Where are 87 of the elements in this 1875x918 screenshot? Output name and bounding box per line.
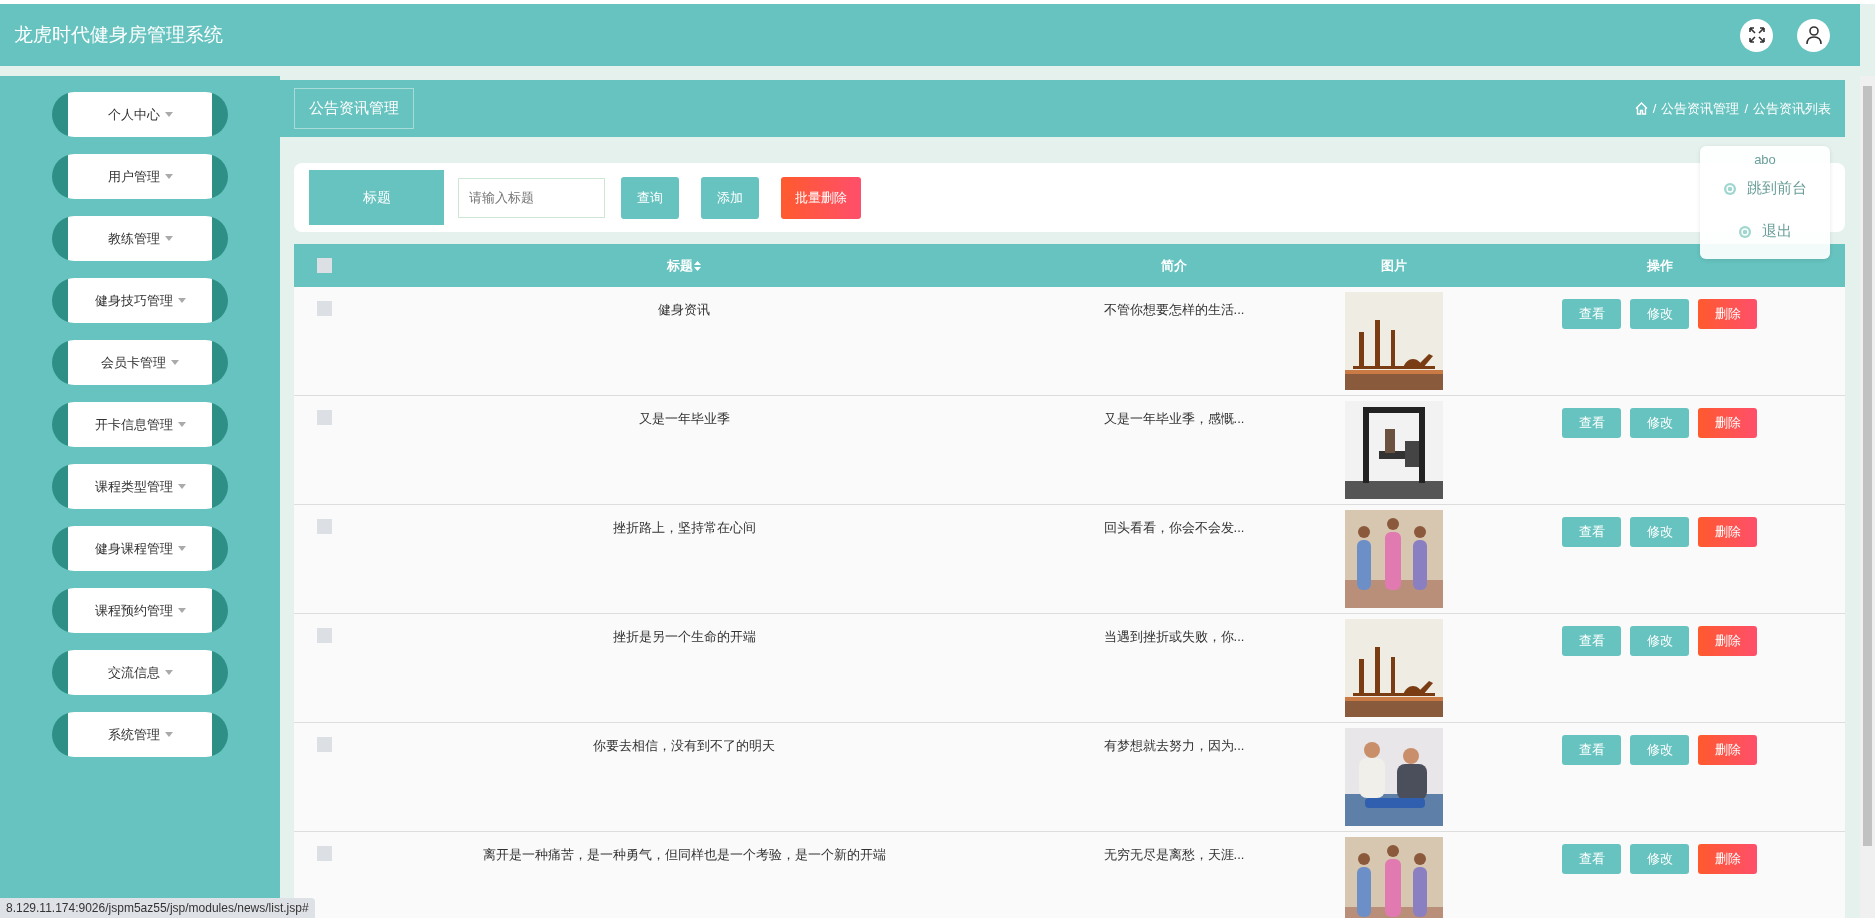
row-action-button[interactable]: 查看	[1562, 735, 1621, 765]
caret-icon	[164, 732, 173, 737]
menu-item[interactable]: 跳到前台	[1700, 167, 1830, 210]
search-label: 标题	[309, 170, 444, 225]
caret-icon	[177, 608, 186, 613]
table-cell: 不管你想要怎样的生活...	[1103, 302, 1245, 317]
expand-icon	[1747, 26, 1766, 44]
row-action-button[interactable]: 删除	[1698, 844, 1757, 874]
sidebar-item[interactable]: 健身课程管理	[52, 526, 228, 571]
table-cell: 挫折是另一个生命的开端	[612, 629, 756, 644]
sidebar-item[interactable]: 会员卡管理	[52, 340, 228, 385]
table-cell: 健身资讯	[658, 302, 710, 317]
column-header: 操作	[1646, 256, 1673, 275]
sidebar-item[interactable]: 系统管理	[52, 712, 228, 757]
sidebar-item[interactable]: 开卡信息管理	[52, 402, 228, 447]
user-name: abo	[1754, 152, 1776, 167]
table-cell: 离开是一种痛苦，是一种勇气，但同样也是一个考验，是一个新的开端	[482, 847, 886, 862]
table-cell: 有梦想就去努力，因为...	[1103, 738, 1245, 753]
section-title: 公告资讯管理	[294, 88, 414, 129]
table-cell: 挫折路上，坚持常在心间	[612, 520, 756, 535]
fullscreen-button[interactable]	[1740, 18, 1773, 52]
caret-icon	[164, 236, 173, 241]
row-checkbox[interactable]	[316, 410, 332, 425]
row-action-button[interactable]: 查看	[1562, 626, 1621, 656]
caret-icon	[171, 360, 179, 365]
row-action-button[interactable]: 查看	[1562, 517, 1621, 547]
sidebar-item[interactable]: 健身技巧管理	[52, 278, 228, 323]
column-header: 简介	[1161, 256, 1187, 275]
row-action-button[interactable]: 删除	[1698, 299, 1757, 329]
sidebar-item[interactable]: 课程类型管理	[52, 464, 228, 509]
row-action-button[interactable]: 查看	[1562, 844, 1621, 874]
sort-icon[interactable]	[694, 260, 701, 271]
select-all-checkbox[interactable]	[316, 258, 332, 273]
row-action-button[interactable]: 删除	[1698, 735, 1757, 765]
row-checkbox[interactable]	[316, 846, 332, 861]
menu-item[interactable]: 退出	[1700, 210, 1830, 253]
title-search-field[interactable]: 请输入标题	[458, 177, 605, 218]
row-action-button[interactable]: 修改	[1630, 517, 1689, 547]
row-action-button[interactable]: 修改	[1630, 408, 1689, 438]
row-action-button[interactable]: 删除	[1698, 517, 1757, 547]
column-header[interactable]: 标题	[667, 256, 701, 275]
row-action-button[interactable]: 修改	[1630, 626, 1689, 656]
user-icon	[1804, 25, 1823, 45]
toolbar-button[interactable]: 添加	[701, 176, 759, 219]
row-checkbox[interactable]	[316, 519, 332, 534]
table-cell: 无穷无尽是离愁，天涯...	[1103, 847, 1245, 862]
caret-icon	[177, 422, 186, 427]
caret-icon	[177, 298, 186, 303]
sidebar-item[interactable]: 交流信息	[52, 650, 228, 695]
table-cell: 又是一年毕业季	[638, 411, 730, 426]
sidebar-item[interactable]: 用户管理	[52, 154, 228, 199]
caret-icon	[164, 174, 173, 179]
row-action-button[interactable]: 修改	[1630, 844, 1689, 874]
sidebar-item[interactable]: 课程预约管理	[52, 588, 228, 633]
column-header: 图片	[1381, 256, 1407, 275]
breadcrumb-item[interactable]: 公告资讯管理	[1661, 99, 1740, 118]
breadcrumb-separator: /	[1652, 101, 1657, 116]
breadcrumb-item[interactable]: 公告资讯列表	[1753, 99, 1831, 118]
row-action-button[interactable]: 修改	[1630, 735, 1689, 765]
row-action-button[interactable]: 修改	[1630, 299, 1689, 329]
table-cell: 你要去相信，没有到不了的明天	[593, 738, 775, 753]
table-cell: 回头看看，你会不会发...	[1103, 520, 1245, 535]
row-action-button[interactable]: 查看	[1562, 408, 1621, 438]
row-action-button[interactable]: 删除	[1698, 626, 1757, 656]
home-icon[interactable]	[1634, 102, 1648, 115]
row-action-button[interactable]: 删除	[1698, 408, 1757, 438]
sidebar-item[interactable]: 教练管理	[52, 216, 228, 261]
row-checkbox[interactable]	[316, 737, 332, 752]
user-button[interactable]	[1797, 18, 1830, 52]
breadcrumb-separator: /	[1744, 101, 1748, 116]
table-cell: 当遇到挫折或失败，你...	[1103, 629, 1245, 644]
scrollbar[interactable]	[1860, 76, 1875, 918]
toolbar-button[interactable]: 批量删除	[781, 176, 861, 219]
toolbar-button[interactable]: 查询	[621, 176, 679, 219]
row-action-button[interactable]: 查看	[1562, 299, 1621, 329]
caret-icon	[164, 670, 173, 675]
caret-icon	[177, 546, 186, 551]
circle-icon	[1723, 181, 1737, 196]
app-title: 龙虎时代健身房管理系统	[14, 23, 223, 47]
circle-icon	[1738, 224, 1752, 239]
status-bar-url: 8.129.11.174:9026/jspm5az55/jsp/modules/news/list.jsp#	[0, 898, 315, 918]
table-cell: 又是一年毕业季，感慨...	[1103, 411, 1245, 426]
caret-icon	[164, 112, 173, 117]
sidebar-item[interactable]: 个人中心	[52, 92, 228, 137]
row-checkbox[interactable]	[316, 628, 332, 643]
caret-icon	[177, 484, 186, 489]
row-checkbox[interactable]	[316, 301, 332, 316]
